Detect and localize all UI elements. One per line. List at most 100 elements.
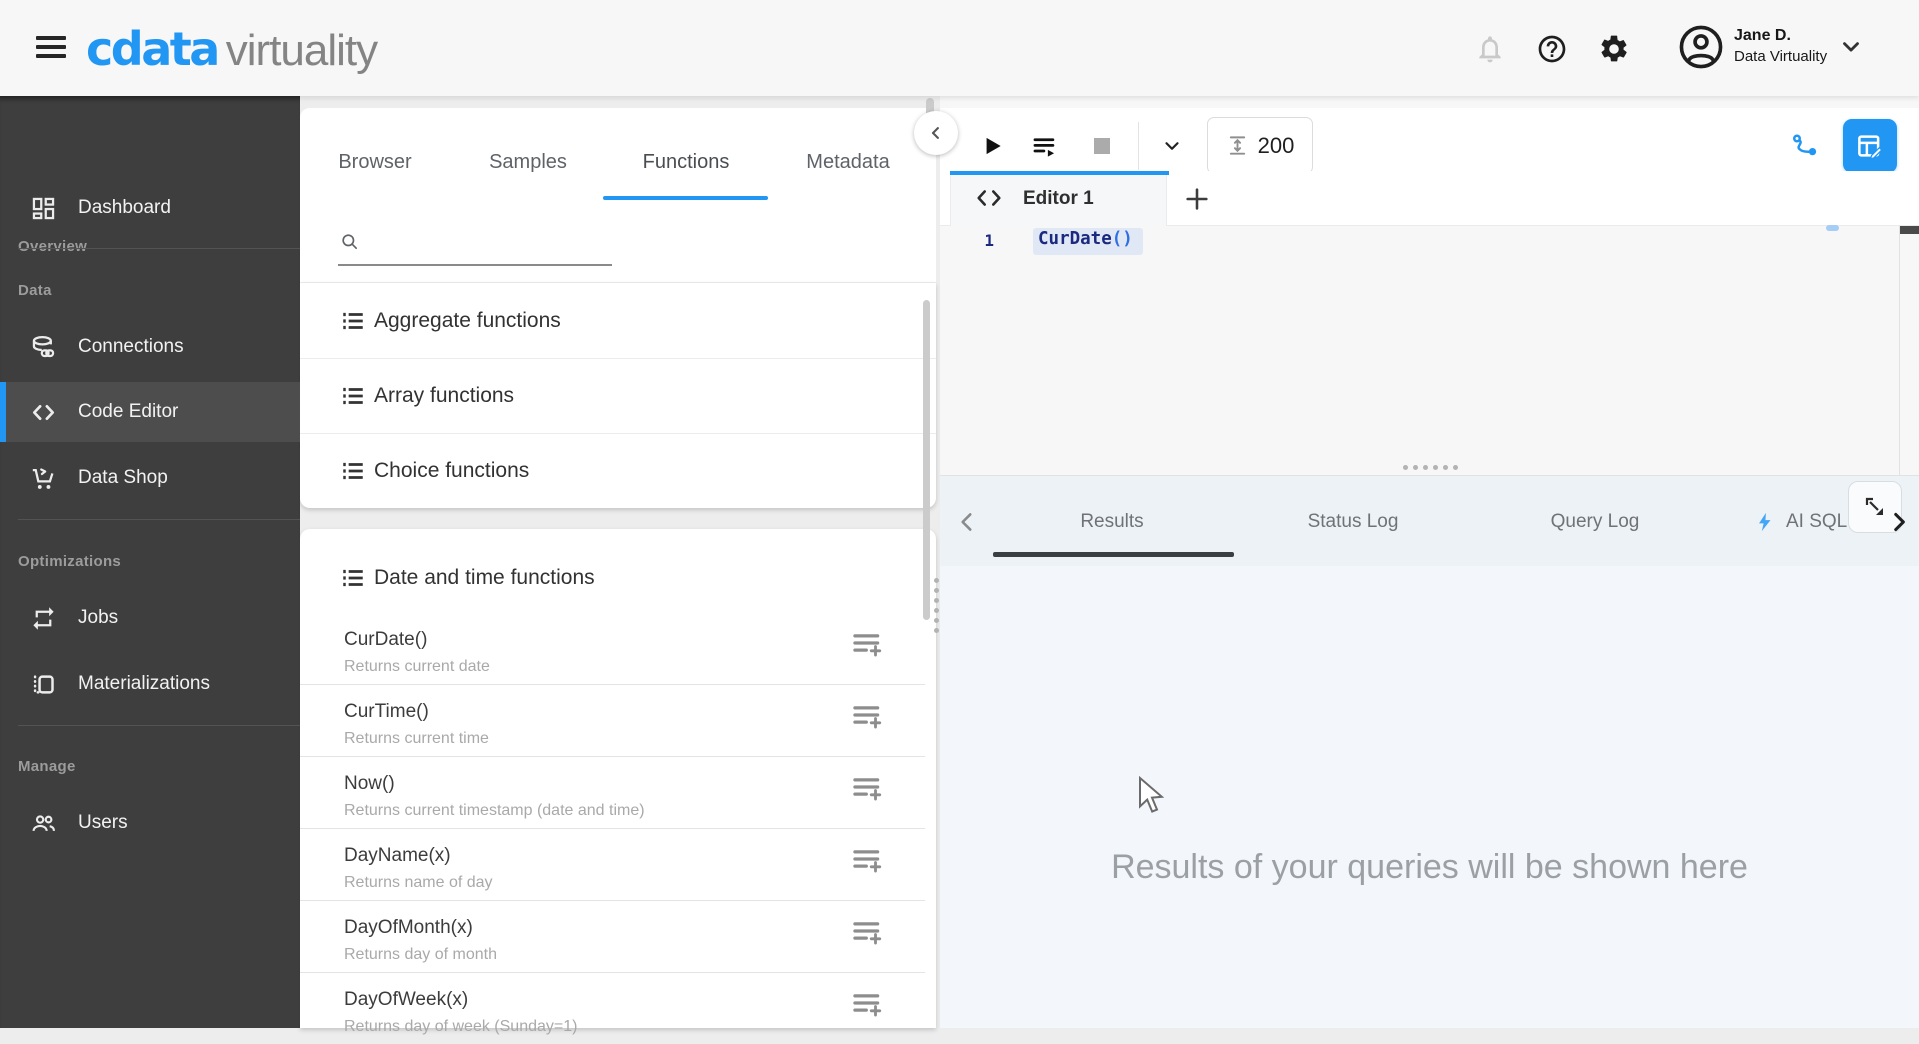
menu-icon[interactable] [34, 32, 68, 64]
vertical-resize-handle[interactable] [934, 573, 940, 638]
function-description: Returns current date [344, 658, 490, 675]
expand-icon [1865, 497, 1883, 515]
function-search [338, 226, 612, 266]
function-description: Returns current timestamp (date and time… [344, 802, 645, 819]
add-to-editor-icon[interactable] [850, 842, 884, 876]
chevron-down-icon [1165, 142, 1179, 150]
add-to-editor-icon[interactable] [850, 914, 884, 948]
category-array-functions[interactable]: Array functions [300, 358, 936, 433]
code-line: CurDate() [1038, 229, 1133, 249]
run-options-dropdown[interactable] [1152, 126, 1192, 166]
stop-button[interactable] [1082, 126, 1122, 166]
dashboard-icon [30, 195, 57, 222]
browser-panel-header: Browser Samples Functions Metadata [300, 108, 936, 283]
collapse-panel-button[interactable] [914, 111, 958, 155]
section-label-optimizations: Optimizations [18, 553, 122, 570]
results-area [940, 566, 1919, 1028]
category-aggregate-functions[interactable]: Aggregate functions [300, 283, 936, 358]
chevron-down-icon[interactable] [1838, 38, 1870, 70]
category-choice-functions[interactable]: Choice functions [300, 433, 936, 508]
code-token-function: CurDate [1038, 229, 1112, 249]
sidebar-item-label: Data Shop [78, 467, 168, 488]
category-label: Aggregate functions [374, 308, 561, 332]
tabs-scroll-left-icon[interactable] [954, 509, 980, 535]
editor-scrollbar-top[interactable] [1900, 226, 1919, 234]
function-description: Returns day of month [344, 946, 497, 963]
new-editor-tab-button[interactable] [1183, 185, 1211, 213]
function-categories-card: Aggregate functions Array functions Choi… [300, 283, 936, 508]
function-item-dayname[interactable]: DayName(x) Returns name of day [300, 828, 936, 900]
playlist-play-icon [1033, 137, 1054, 157]
row-limit-field[interactable]: 200 [1207, 117, 1313, 174]
sidebar-item-label: Connections [78, 336, 184, 357]
function-item-curtime[interactable]: CurTime() Returns current time [300, 684, 936, 756]
notifications-bell-icon[interactable] [1474, 33, 1506, 65]
sidebar-divider [18, 519, 300, 520]
list-scrollbar[interactable] [923, 300, 930, 620]
section-label-manage: Manage [18, 758, 76, 775]
settings-gear-icon[interactable] [1598, 33, 1630, 65]
search-icon [342, 234, 357, 249]
sidebar-item-label: Materializations [78, 673, 210, 694]
category-label: Choice functions [374, 458, 530, 482]
horizontal-resize-handle[interactable] [1403, 465, 1458, 470]
tab-browser[interactable]: Browser [338, 148, 411, 176]
section-label-data: Data [18, 282, 52, 299]
sidebar-nav: Overview Dashboard Data Connections Code… [0, 96, 300, 1028]
sidebar-item-data-shop[interactable]: Data Shop [0, 448, 300, 508]
search-input[interactable] [366, 228, 610, 256]
add-to-editor-icon[interactable] [850, 626, 884, 660]
function-item-dayofweek[interactable]: DayOfWeek(x) Returns day of week (Sunday… [300, 972, 936, 1044]
plus-icon [1186, 188, 1208, 210]
editor-scroll-gutter [1899, 226, 1900, 475]
section-label-overview: Overview [18, 238, 88, 255]
active-tab-underline [603, 196, 768, 200]
add-to-editor-icon[interactable] [850, 770, 884, 804]
active-results-tab-underline [993, 552, 1234, 557]
function-description: Returns name of day [344, 874, 493, 891]
list-icon [343, 462, 363, 479]
function-item-curdate[interactable]: CurDate() Returns current date [300, 612, 936, 684]
help-icon[interactable] [1536, 33, 1568, 65]
row-limit-value: 200 [1257, 132, 1295, 158]
app-header: cdata virtuality Jane D. Data Virtuality [0, 0, 1919, 96]
query-plan-button[interactable] [1785, 126, 1825, 166]
code-icon [30, 399, 57, 426]
tab-metadata[interactable]: Metadata [806, 148, 889, 176]
tab-samples[interactable]: Samples [489, 148, 567, 176]
tabs-scroll-right-icon[interactable] [1886, 509, 1912, 535]
tab-query-log[interactable]: Query Log [1551, 476, 1640, 567]
function-name: CurDate() [344, 629, 428, 650]
run-all-button[interactable] [1024, 126, 1064, 166]
run-query-button[interactable] [972, 126, 1012, 166]
function-name: DayOfMonth(x) [344, 917, 473, 938]
code-editor-area[interactable]: 1 CurDate() [940, 225, 1919, 475]
sidebar-item-jobs[interactable]: Jobs [0, 588, 300, 648]
function-name: DayOfWeek(x) [344, 989, 469, 1010]
sidebar-item-materializations[interactable]: Materializations [0, 654, 300, 714]
editor-toolbar: 200 [940, 108, 1919, 174]
sidebar-item-users[interactable]: Users [0, 793, 300, 853]
date-time-functions-card: Date and time functions CurDate() Return… [300, 529, 936, 1035]
user-org: Data Virtuality [1734, 48, 1828, 65]
category-date-time-functions[interactable]: Date and time functions [340, 549, 595, 607]
play-icon [986, 137, 1001, 155]
function-item-dayofmonth[interactable]: DayOfMonth(x) Returns day of month [300, 900, 936, 972]
toolbar-divider [1138, 122, 1139, 170]
section-header: Date and time functions [374, 566, 595, 589]
add-to-editor-icon[interactable] [850, 986, 884, 1020]
toggle-editor-view-button[interactable] [1843, 119, 1897, 173]
category-label: Array functions [374, 383, 515, 407]
tab-functions[interactable]: Functions [643, 148, 730, 176]
editor-tab-1[interactable]: Editor 1 [950, 171, 1169, 226]
sidebar-item-label: Code Editor [78, 401, 179, 422]
app-logo: cdata virtuality [86, 22, 378, 76]
add-to-editor-icon[interactable] [850, 698, 884, 732]
sidebar-item-code-editor[interactable]: Code Editor [0, 382, 300, 442]
sidebar-item-dashboard[interactable]: Dashboard [0, 178, 300, 238]
function-item-now[interactable]: Now() Returns current timestamp (date an… [300, 756, 936, 828]
code-icon [977, 190, 1001, 206]
sidebar-item-connections[interactable]: Connections [0, 317, 300, 377]
tab-status-log[interactable]: Status Log [1308, 476, 1399, 567]
results-tabbar: Results Status Log Query Log AI SQL E [940, 475, 1919, 566]
